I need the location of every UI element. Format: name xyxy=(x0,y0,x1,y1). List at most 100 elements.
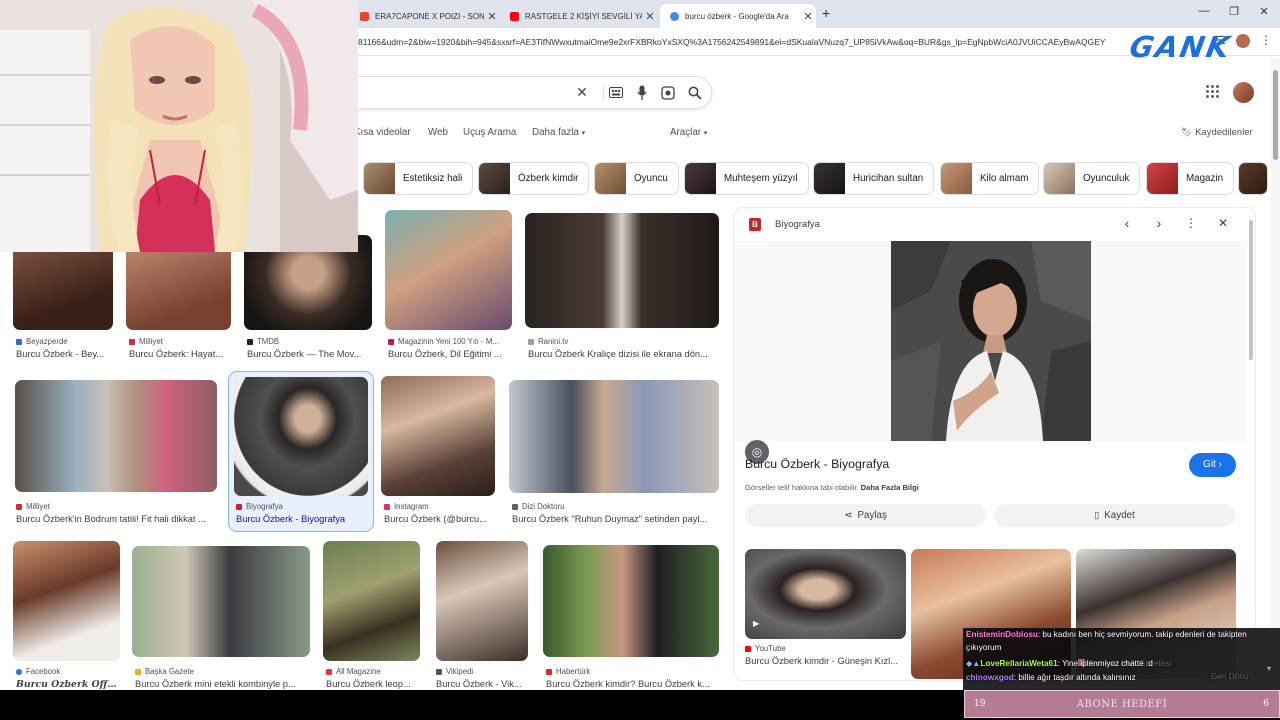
result-source[interactable]: Dizi Doktoru xyxy=(512,502,564,511)
profile-avatar[interactable] xyxy=(1233,82,1254,103)
browser-tab[interactable]: ERA7CAPONE X POIZI - SONBA... ✕ xyxy=(350,4,500,28)
result-source[interactable]: Ranini.tv xyxy=(528,337,568,346)
result-image[interactable] xyxy=(15,380,217,492)
page-scrollbar[interactable] xyxy=(1271,58,1280,690)
filter-chip[interactable]: Muhteşem yüzyıl xyxy=(684,162,809,195)
result-caption[interactable]: Burcu Özberk Kraliçe dizisi ile ekrana d… xyxy=(528,349,718,359)
result-image[interactable] xyxy=(525,213,719,328)
saved-link[interactable]: 🔖︎ Kaydedilenler xyxy=(1181,127,1253,138)
visit-button[interactable]: Git › xyxy=(1189,453,1236,477)
keyboard-icon[interactable] xyxy=(609,87,623,99)
minimize-icon[interactable]: — xyxy=(1194,5,1214,17)
close-tab-icon[interactable]: ✕ xyxy=(484,10,500,23)
result-image[interactable] xyxy=(436,541,528,661)
nav-flights[interactable]: Uçuş Arama xyxy=(463,127,516,138)
close-tab-icon[interactable]: ✕ xyxy=(800,10,816,23)
save-label: Kaydet xyxy=(1104,510,1135,521)
chat-message: çıkıyorum xyxy=(966,643,1002,652)
result-source[interactable]: Milliyet xyxy=(129,337,163,346)
result-caption[interactable]: Burcu Özberk: Hayat... xyxy=(129,349,229,359)
result-source[interactable]: Biyografya xyxy=(236,502,283,511)
source-name: Milliyet xyxy=(26,502,50,511)
nav-web[interactable]: Web xyxy=(428,127,448,138)
result-caption[interactable]: Burcu Özberk - Vik... xyxy=(436,679,528,689)
result-image[interactable] xyxy=(543,545,719,657)
filter-chip[interactable]: Magazin xyxy=(1146,162,1235,195)
result-source[interactable]: Facebook xyxy=(16,667,60,676)
filter-chip[interactable] xyxy=(1238,162,1268,195)
result-image[interactable] xyxy=(234,377,368,496)
result-image[interactable] xyxy=(385,210,512,330)
filter-chip[interactable]: Özberk kimdir xyxy=(478,162,590,195)
result-image[interactable] xyxy=(132,546,310,657)
filter-chip[interactable]: Huricihan sultan xyxy=(813,162,935,195)
result-source[interactable]: Magazinin Yeni 100 Yılı - M... xyxy=(388,337,499,346)
result-source[interactable]: Milliyet xyxy=(16,502,50,511)
chip-thumbnail xyxy=(814,163,845,194)
close-tab-icon[interactable]: ✕ xyxy=(642,10,658,23)
result-caption[interactable]: Burcu Özberk (@burcu... xyxy=(384,514,494,524)
result-caption[interactable]: Burcu Özberk - Biyografya xyxy=(236,514,370,524)
source-name: TMDB xyxy=(257,337,280,346)
search-icon[interactable] xyxy=(688,86,702,100)
related-caption[interactable]: Burcu Özberk kimdir - Güneşin Kızl... xyxy=(745,656,907,666)
nav-tools[interactable]: Araçlar ▾ xyxy=(670,127,707,138)
result-caption[interactable]: Burcu Özberk kimdir? Burcu Özberk k... xyxy=(546,679,718,689)
camera-lens-icon[interactable] xyxy=(661,86,675,100)
preview-image[interactable] xyxy=(891,241,1091,441)
filter-chip[interactable]: Kilo almam xyxy=(940,162,1040,195)
result-caption[interactable]: Burcu Özberk mini etekli kombinyle p... xyxy=(135,679,307,689)
browser-tab-active[interactable]: burcu özberk - Google'da Ara ✕ xyxy=(660,4,816,28)
result-caption[interactable]: Burcu Özberk — The Mov... xyxy=(247,349,371,359)
save-button[interactable]: ▯ Kaydet xyxy=(994,504,1235,527)
next-icon[interactable]: › xyxy=(1150,215,1168,231)
subscriber-goal-bar: 19 ABONE HEDEFİ 6 xyxy=(964,690,1280,718)
previous-icon[interactable]: ‹ xyxy=(1118,215,1136,231)
result-source[interactable]: All Magazine xyxy=(326,667,381,676)
clear-search-icon[interactable]: ✕ xyxy=(573,84,591,101)
result-caption[interactable]: Burcu Özberk - Bey... xyxy=(16,349,114,359)
filter-chip[interactable]: Estetiksiz hali xyxy=(363,162,474,195)
chip-label: Muhteşem yüzyıl xyxy=(724,173,798,184)
url-text[interactable]: 81166&udm=2&biw=1920&bih=945&sxsrf=AE3Ti… xyxy=(358,37,1168,47)
panel-site-name[interactable]: Biyografya xyxy=(775,219,820,230)
result-caption[interactable]: Burcu Özberk, Dil Eğitimi ... xyxy=(388,349,512,359)
result-source[interactable]: Habertürk xyxy=(546,667,590,676)
result-caption[interactable]: Burcu Özberk leop... xyxy=(326,679,420,689)
filter-chip[interactable]: Oyunculuk xyxy=(1043,162,1141,195)
result-image[interactable] xyxy=(381,376,495,496)
microphone-icon[interactable] xyxy=(637,85,647,101)
nav-more[interactable]: Daha fazla ▾ xyxy=(532,127,585,138)
profile-avatar-small[interactable] xyxy=(1236,34,1250,48)
result-source[interactable]: Instagram xyxy=(384,502,429,511)
result-source[interactable]: TMDB xyxy=(247,337,279,346)
share-button[interactable]: ⋖ Paylaş xyxy=(745,504,986,527)
result-caption[interactable]: Burcu Özberk "Ruhun Duymaz" setinden pay… xyxy=(512,514,718,524)
learn-more-link[interactable]: Daha Fazla Bilgi xyxy=(861,483,919,492)
result-caption[interactable]: Burcu Özberk'in Bodrum tatili! Fit hali … xyxy=(16,514,216,524)
filter-chip[interactable]: Oyuncu xyxy=(594,162,679,195)
result-image[interactable] xyxy=(509,380,719,493)
result-image[interactable] xyxy=(323,541,420,661)
result-source[interactable]: Beyazperde xyxy=(16,337,68,346)
google-apps-icon[interactable] xyxy=(1206,85,1220,99)
result-image[interactable] xyxy=(13,541,120,661)
related-source[interactable]: YouTube xyxy=(745,644,786,653)
panel-scrollbar[interactable] xyxy=(1249,220,1253,360)
scrollbar-thumb[interactable] xyxy=(1273,70,1278,160)
new-tab-button[interactable]: + xyxy=(822,5,830,21)
search-input[interactable]: ✕ xyxy=(330,76,712,109)
related-image[interactable]: ▶ xyxy=(745,549,906,639)
browser-tab[interactable]: RASTGELE 2 KİŞİYİ SEVGİLİ YAP... ✕ xyxy=(500,4,658,28)
result-source[interactable]: Başka Gazete xyxy=(135,667,194,676)
close-window-icon[interactable]: ✕ xyxy=(1254,5,1274,18)
chat-badge-icon: ◆▲ xyxy=(966,659,981,668)
close-panel-icon[interactable]: ✕ xyxy=(1214,216,1232,230)
more-options-icon[interactable]: ⋮ xyxy=(1182,216,1200,230)
result-caption[interactable]: Burcu Özberk Offi... xyxy=(16,679,120,690)
result-source[interactable]: Vikipedi xyxy=(436,667,473,676)
nav-short-videos[interactable]: Kısa videolar xyxy=(354,127,411,138)
more-vertical-icon[interactable]: ⋮ xyxy=(1260,33,1272,47)
restore-icon[interactable]: ❐ xyxy=(1224,5,1244,18)
panel-title[interactable]: Burcu Özberk - Biyografya xyxy=(745,457,889,471)
